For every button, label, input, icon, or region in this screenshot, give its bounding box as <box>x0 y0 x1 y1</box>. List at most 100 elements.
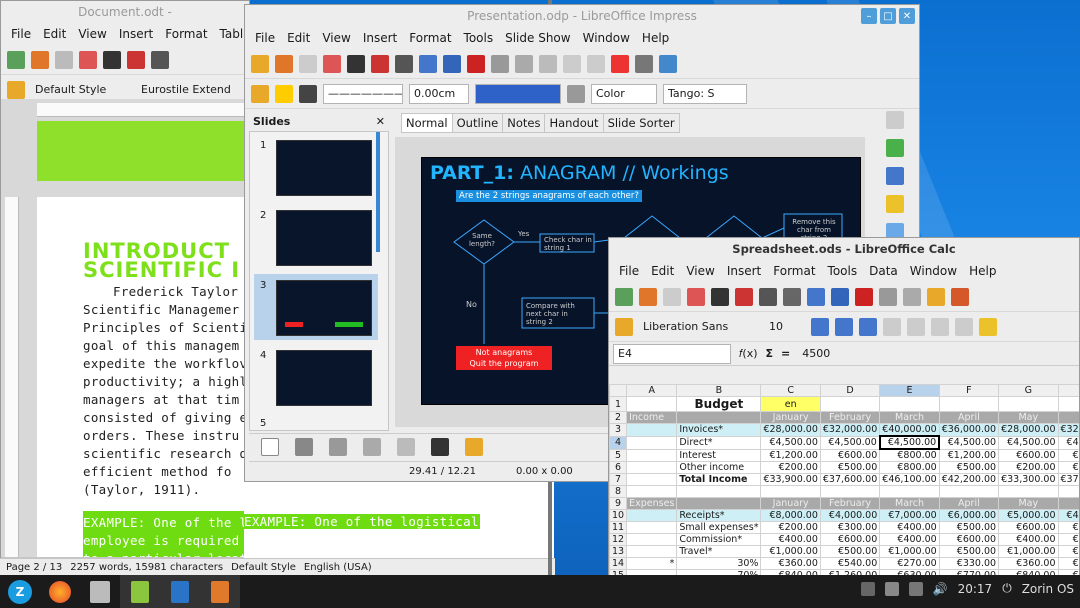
writer-titlebar[interactable]: Document.odt - <box>1 1 249 23</box>
column-header[interactable]: C <box>760 384 821 397</box>
cell[interactable]: €300.00 <box>819 521 881 534</box>
properties-icon[interactable] <box>886 111 904 129</box>
paragraph-style-select[interactable]: Default Style <box>31 80 131 100</box>
calc-titlebar[interactable]: Spreadsheet.ods - LibreOffice Calc <box>609 238 1079 260</box>
cell[interactable]: €600.00 <box>819 533 881 546</box>
cell[interactable] <box>998 485 1059 498</box>
cell[interactable]: Travel* <box>676 545 762 558</box>
menu-insert[interactable]: Insert <box>113 27 159 41</box>
cell[interactable]: Interest <box>676 448 762 462</box>
cell[interactable]: €400.00 <box>760 533 821 546</box>
cell[interactable] <box>626 473 678 486</box>
menu-data[interactable]: Data <box>863 264 904 278</box>
menu-edit[interactable]: Edit <box>281 31 316 45</box>
justify-icon[interactable] <box>955 317 973 336</box>
select-icon[interactable] <box>261 437 279 456</box>
column-header[interactable]: A <box>626 384 678 397</box>
cell[interactable] <box>938 485 1000 498</box>
cell[interactable]: February <box>819 497 881 510</box>
row-header[interactable]: 6 <box>609 461 628 474</box>
image-icon[interactable] <box>611 54 629 73</box>
fill-color-select[interactable]: Tango: S <box>663 83 747 104</box>
cell[interactable]: € <box>1057 533 1079 546</box>
cell[interactable]: €330.00 <box>938 557 1000 570</box>
cell[interactable]: May <box>998 497 1059 510</box>
line-color-select[interactable] <box>475 83 561 104</box>
cell[interactable] <box>626 461 678 474</box>
transition-icon[interactable] <box>886 195 904 213</box>
autospell-icon[interactable] <box>831 287 849 306</box>
cell[interactable]: Budget <box>676 396 762 412</box>
cell[interactable] <box>626 448 678 462</box>
text-icon[interactable] <box>465 437 483 456</box>
cell[interactable]: Expenses <box>626 497 678 510</box>
slide-thumbnail-4[interactable] <box>276 350 372 406</box>
power-icon[interactable]: ⏻ <box>1002 581 1012 596</box>
cell[interactable]: €4,500.00 <box>819 435 881 450</box>
menu-slide-show[interactable]: Slide Show <box>499 31 576 45</box>
menu-format[interactable]: Format <box>403 31 457 45</box>
styles-icon[interactable] <box>615 317 633 336</box>
menu-view[interactable]: View <box>680 264 720 278</box>
files-launcher[interactable] <box>80 575 120 608</box>
cut-icon[interactable] <box>467 54 485 73</box>
cell[interactable]: €4,000.00 <box>819 509 881 522</box>
styles-icon[interactable] <box>7 80 25 99</box>
menu-file[interactable]: File <box>613 264 645 278</box>
cell[interactable] <box>1057 497 1079 510</box>
cell[interactable]: February <box>819 411 881 424</box>
menu-insert[interactable]: Insert <box>357 31 403 45</box>
copy-icon[interactable] <box>491 54 509 73</box>
open-folder-icon[interactable] <box>31 50 49 69</box>
cell[interactable]: € <box>1057 448 1079 462</box>
master-slides-icon[interactable] <box>886 139 904 157</box>
row-header[interactable]: 12 <box>609 533 628 546</box>
cell[interactable]: € <box>1057 461 1079 474</box>
redo-icon[interactable] <box>587 54 605 73</box>
clone-formatting-icon[interactable] <box>927 287 945 306</box>
font-name-select[interactable]: Eurostile Extend <box>137 80 232 100</box>
row-header[interactable]: 3 <box>609 423 628 437</box>
minimize-icon[interactable]: – <box>861 8 877 24</box>
cell[interactable]: €400.00 <box>879 533 940 546</box>
highlight-icon[interactable] <box>275 84 293 103</box>
cell[interactable] <box>626 435 678 450</box>
slides-scrollbar[interactable] <box>376 132 380 252</box>
cell[interactable]: Commission* <box>676 533 762 546</box>
arrow-icon[interactable] <box>329 437 347 456</box>
paste-icon[interactable] <box>903 287 921 306</box>
cell[interactable]: en <box>760 396 821 412</box>
row-header[interactable]: 10 <box>609 509 628 522</box>
writer-window[interactable]: Document.odt - File Edit View Insert For… <box>0 0 250 578</box>
cell[interactable]: €32,000.00 <box>819 423 881 437</box>
impress-task[interactable] <box>160 575 200 608</box>
align-center-icon[interactable] <box>907 317 925 336</box>
area-icon[interactable] <box>567 84 585 103</box>
calc-task[interactable] <box>200 575 240 608</box>
cell[interactable]: € <box>1057 545 1079 558</box>
edit-mode-icon[interactable] <box>103 50 121 69</box>
cell[interactable] <box>626 396 678 412</box>
save-icon[interactable] <box>299 54 317 73</box>
page-indicator[interactable]: Page 2 / 13 <box>6 562 62 573</box>
zorin-menu-button[interactable]: Z <box>0 575 40 608</box>
page-style[interactable]: Default Style <box>231 562 296 573</box>
row-header[interactable]: 14 <box>609 557 628 570</box>
cell[interactable]: 30% <box>676 557 762 570</box>
cell[interactable]: €200.00 <box>998 461 1059 474</box>
chart-icon[interactable] <box>659 54 677 73</box>
fontwork-icon[interactable] <box>431 437 449 456</box>
cell[interactable]: €1,000.00 <box>760 545 821 558</box>
menu-window[interactable]: Window <box>577 31 636 45</box>
cell[interactable]: €4,500.00 <box>998 435 1059 450</box>
function-wizard-icon[interactable]: 𝑓(x) <box>739 347 758 361</box>
row-header[interactable]: 11 <box>609 521 628 534</box>
line-ends-icon[interactable] <box>299 84 317 103</box>
cell[interactable]: €600.00 <box>998 521 1059 534</box>
cell[interactable]: €8,000.00 <box>760 509 821 522</box>
cell[interactable]: €37,600.00 <box>819 473 881 486</box>
tab-slide-sorter[interactable]: Slide Sorter <box>602 113 680 133</box>
cell[interactable]: €540.00 <box>819 557 881 570</box>
bold-icon[interactable] <box>811 317 829 336</box>
cell[interactable]: €46,100.00 <box>879 473 940 486</box>
